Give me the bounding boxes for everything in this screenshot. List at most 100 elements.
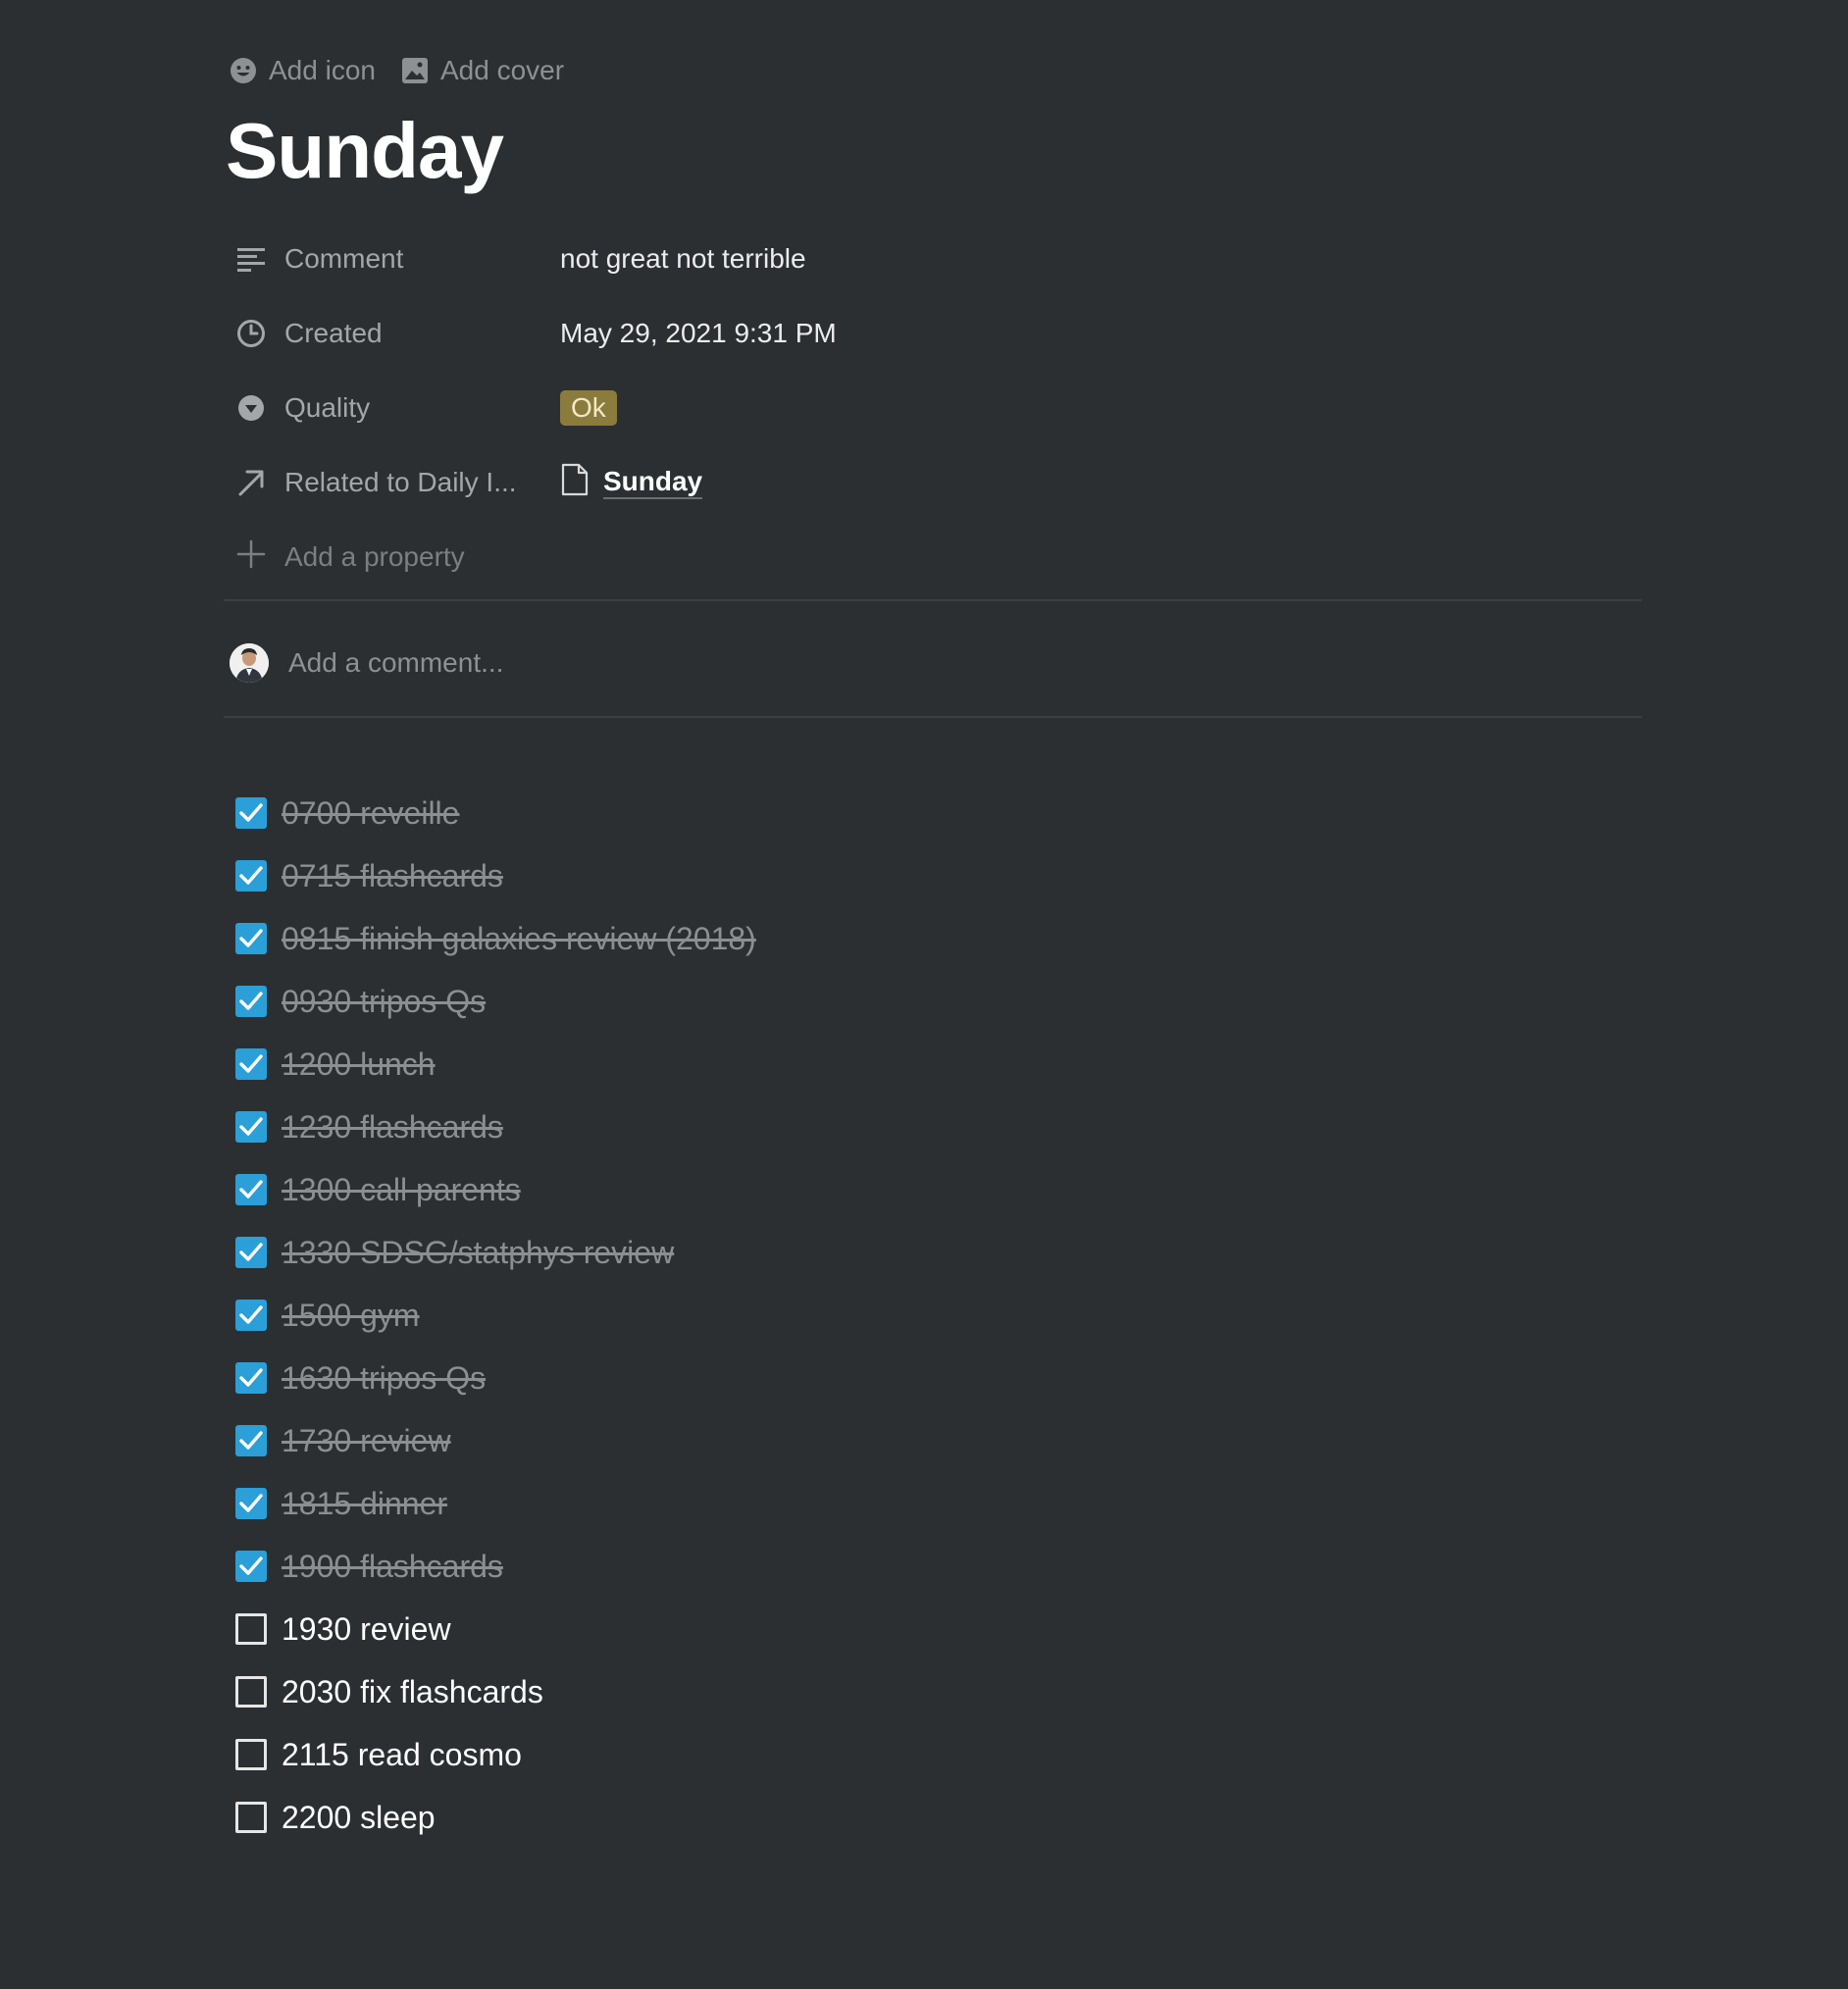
page-header-actions: Add icon Add cover [230, 51, 564, 90]
todo-item: 1200 lunch [224, 1032, 1642, 1095]
todo-text[interactable]: 2030 fix flashcards [282, 1673, 543, 1710]
todo-checkbox[interactable] [235, 860, 267, 892]
todo-text[interactable]: 2115 read cosmo [282, 1736, 522, 1773]
todo-item: 2115 read cosmo [224, 1722, 1642, 1785]
todo-checkbox[interactable] [235, 1802, 267, 1833]
property-key-created[interactable]: Created [224, 306, 560, 361]
checkmark-icon [239, 1556, 263, 1575]
todo-checkbox[interactable] [235, 923, 267, 954]
todo-checkbox[interactable] [235, 1551, 267, 1582]
avatar [230, 643, 269, 683]
page-icon [560, 463, 590, 503]
text-lines-icon [235, 243, 267, 275]
related-page-link[interactable]: Sunday [560, 463, 703, 503]
todo-text[interactable]: 0700 reveille [282, 794, 459, 832]
property-key-label: Quality [284, 392, 371, 423]
todo-text[interactable]: 0815 finish galaxies review (2018) [282, 920, 756, 957]
todo-item: 1230 flashcards [224, 1095, 1642, 1157]
todo-checkbox[interactable] [235, 1613, 267, 1645]
checkmark-icon [239, 866, 263, 885]
todo-text[interactable]: 1200 lunch [282, 1046, 436, 1083]
related-page-title: Sunday [603, 466, 703, 499]
todo-text[interactable]: 1630 tripos Qs [282, 1359, 486, 1397]
todo-checkbox[interactable] [235, 1488, 267, 1519]
property-value-comment[interactable]: not great not terrible [560, 231, 1642, 286]
todo-text[interactable]: 1815 dinner [282, 1485, 447, 1522]
property-key-comment[interactable]: Comment [224, 231, 560, 286]
select-circle-icon [235, 392, 267, 424]
todo-checkbox[interactable] [235, 1048, 267, 1080]
todo-item: 1500 gym [224, 1283, 1642, 1346]
smiley-icon [230, 57, 257, 84]
todo-text[interactable]: 1330 SDSG/statphys review [282, 1234, 674, 1271]
todo-item: 0700 reveille [224, 781, 1642, 843]
todo-list: 0700 reveille 0715 flashcards 0815 finish … [224, 781, 1642, 1848]
properties-panel: Comment not great not terrible Created M… [224, 222, 1642, 594]
checkmark-icon [239, 803, 263, 822]
todo-checkbox[interactable] [235, 1237, 267, 1268]
property-key-label: Related to Daily I... [284, 467, 517, 497]
property-created: Created May 29, 2021 9:31 PM [224, 296, 1642, 371]
todo-text[interactable]: 1300 call parents [282, 1171, 521, 1208]
todo-text[interactable]: 0930 tripos Qs [282, 983, 486, 1020]
add-icon-button[interactable]: Add icon [230, 55, 376, 86]
add-cover-label: Add cover [439, 55, 565, 85]
comment-input[interactable] [288, 647, 1073, 679]
todo-item: 2030 fix flashcards [224, 1659, 1642, 1722]
todo-text[interactable]: 2200 sleep [282, 1799, 436, 1836]
todo-text[interactable]: 1930 review [282, 1610, 451, 1648]
quality-badge: Ok [560, 390, 617, 426]
todo-item: 1630 tripos Qs [224, 1346, 1642, 1408]
property-related: Related to Daily I... Sunday [224, 445, 1642, 520]
todo-text[interactable]: 1230 flashcards [282, 1108, 503, 1146]
todo-item: 1900 flashcards [224, 1534, 1642, 1597]
checkmark-icon [239, 1180, 263, 1198]
todo-text[interactable]: 1500 gym [282, 1297, 420, 1334]
todo-item: 1815 dinner [224, 1471, 1642, 1534]
property-comment: Comment not great not terrible [224, 222, 1642, 296]
checkmark-icon [239, 1305, 263, 1324]
todo-item: 2200 sleep [224, 1785, 1642, 1848]
add-property-label: Add a property [284, 541, 465, 572]
todo-checkbox[interactable] [235, 797, 267, 829]
checkmark-icon [239, 1117, 263, 1136]
property-key-related[interactable]: Related to Daily I... [224, 455, 560, 510]
clock-icon [235, 318, 267, 349]
divider [224, 599, 1642, 601]
todo-checkbox[interactable] [235, 1425, 267, 1456]
todo-checkbox[interactable] [235, 1111, 267, 1143]
todo-checkbox[interactable] [235, 986, 267, 1017]
property-key-quality[interactable]: Quality [224, 381, 560, 435]
todo-text[interactable]: 1900 flashcards [282, 1548, 503, 1585]
page-title[interactable]: Sunday [226, 102, 504, 200]
property-value-quality[interactable]: Ok [560, 381, 1642, 435]
arrow-up-right-icon [235, 467, 267, 498]
property-quality: Quality Ok [224, 371, 1642, 445]
checkmark-icon [239, 1243, 263, 1261]
todo-text[interactable]: 0715 flashcards [282, 857, 503, 894]
todo-checkbox[interactable] [235, 1676, 267, 1708]
todo-text[interactable]: 1730 review [282, 1422, 451, 1459]
comment-value: not great not terrible [560, 243, 806, 274]
created-value: May 29, 2021 9:31 PM [560, 318, 837, 348]
todo-item: 0930 tripos Qs [224, 969, 1642, 1032]
todo-checkbox[interactable] [235, 1174, 267, 1205]
property-value-related: Sunday [560, 455, 1642, 510]
todo-item: 1930 review [224, 1597, 1642, 1659]
add-property-button[interactable]: Add a property [224, 520, 1642, 594]
plus-icon [235, 538, 267, 577]
property-value-created: May 29, 2021 9:31 PM [560, 306, 1642, 361]
property-key-label: Comment [284, 243, 404, 274]
add-cover-button[interactable]: Add cover [401, 55, 564, 86]
add-icon-label: Add icon [269, 55, 376, 85]
todo-item: 1300 call parents [224, 1157, 1642, 1220]
todo-checkbox[interactable] [235, 1739, 267, 1770]
todo-checkbox[interactable] [235, 1300, 267, 1331]
checkmark-icon [239, 929, 263, 947]
todo-item: 0715 flashcards [224, 843, 1642, 906]
property-key-label: Created [284, 318, 383, 348]
comment-composer [230, 639, 1603, 687]
checkmark-icon [239, 1494, 263, 1512]
todo-checkbox[interactable] [235, 1362, 267, 1394]
todo-item: 1730 review [224, 1408, 1642, 1471]
